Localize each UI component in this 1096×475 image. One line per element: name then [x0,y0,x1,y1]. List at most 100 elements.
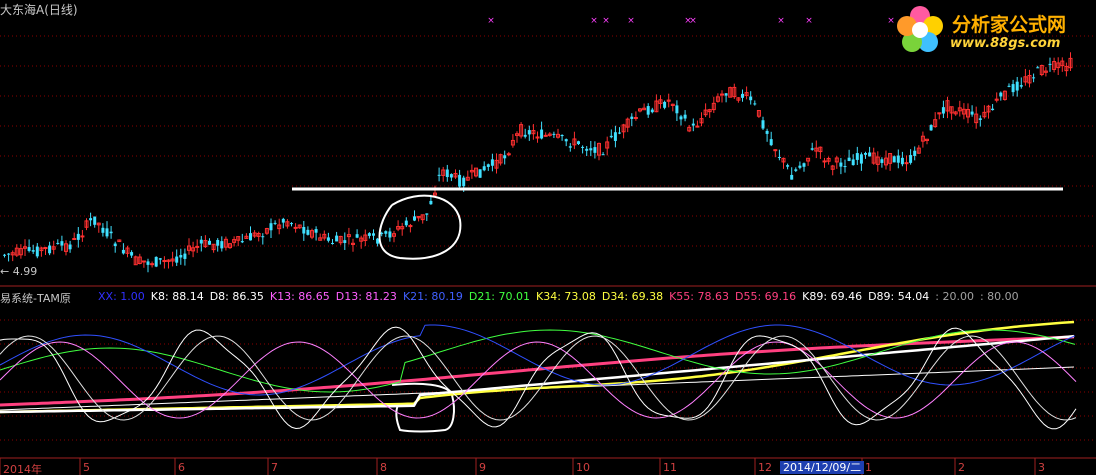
candle-body [183,253,187,259]
indicator-value: K13: 86.65 [269,290,330,303]
signal-mark: × [590,16,598,26]
candle-body [486,164,490,167]
candle-body [769,139,773,146]
candle-body [89,218,93,221]
candle-body [929,125,933,131]
candle-body [290,223,293,225]
candle-body [158,258,162,260]
candle-body [1032,77,1036,79]
indicator-value: K89: 69.46 [802,290,863,303]
candle-body [367,233,371,236]
indicator-value: D89: 54.04 [868,290,930,303]
indicator-value: D34: 69.38 [601,290,664,303]
candle-body [113,243,117,247]
time-axis-label: 8 [380,461,387,474]
candle-body [892,156,896,163]
candle-body [249,233,252,241]
candle-body [798,165,802,168]
candle-body [999,92,1003,97]
candle-body [1019,85,1023,87]
candle-body [490,159,494,166]
candle-body [765,130,769,134]
candle-body [199,239,203,244]
indicator-value: K34: 73.08 [536,290,596,303]
candle-body [581,146,585,148]
candle-body [720,93,724,96]
candle-body [695,125,700,128]
candle-body [343,240,347,243]
indicator-value: K21: 80.19 [402,290,463,303]
candle-body [355,234,359,238]
candle-body [130,252,134,256]
candle-body [478,169,482,178]
site-logo: 分析家公式网 www.88gs.com [890,2,1096,58]
signal-mark: × [487,16,495,26]
candle-body [273,222,277,224]
candle-body [458,174,462,187]
candle-body [585,148,589,151]
indicator-value: D13: 81.23 [335,290,397,303]
candle-body [589,148,593,151]
candle-body [675,105,679,114]
candle-body [552,133,556,135]
candle-body [646,106,650,115]
candle-body [56,242,60,244]
candle-body [43,247,48,250]
candle-body [462,177,466,187]
candle-body [523,134,527,137]
candle-body [633,117,638,120]
candle-body [761,120,765,129]
indicator-value: K55: 78.63 [669,290,729,303]
candle-body [609,135,613,138]
candle-body [822,160,827,163]
candle-body [900,157,904,165]
candle-body [1015,81,1019,91]
candle-body [7,253,11,255]
candle-body [650,109,654,113]
candle-body [613,132,617,141]
candle-body [384,231,388,234]
indicator-value: : 20.00 [935,290,974,303]
candle-body [601,154,605,156]
candle-body [618,132,621,134]
candle-body [1036,67,1040,69]
candle-body [991,108,995,111]
candle-body [1048,63,1052,65]
candle-body [978,118,982,120]
candle-body [630,116,634,119]
chart-window: × × × × × × × × × 大东海A(日线) ← 4.99 易系统-TAM原 XX: 1… [0,0,1096,475]
candle-body [68,244,72,250]
candle-body [773,149,778,152]
candle-body [93,216,97,225]
candle-body [503,155,507,159]
candle-body [293,226,298,229]
cursor-date-badge: 2014/12/09/二 [780,461,865,474]
candle-body [162,260,167,263]
indicator-values: XX: 1.00 K8: 88.14 D8: 86.35 K13: 86.65 D13:… [98,290,1025,303]
candle-body [141,260,146,263]
indicator-value: XX: 1.00 [98,290,145,303]
stock-chart-canvas[interactable]: × × × × ×× × × × [0,0,1096,475]
candle-body [281,218,285,223]
candle-body [564,139,568,142]
candle-body [3,254,6,256]
candle-body [413,216,416,221]
candle-body [302,226,306,234]
candle-body [335,235,339,242]
candle-body [101,227,105,233]
candle-body [27,247,31,251]
time-axis-label: 2 [958,461,965,474]
candle-body [896,155,900,163]
candle-body [449,174,453,178]
candle-body [269,223,273,231]
candle-body [679,116,683,120]
logo-url: www.88gs.com [950,36,1061,51]
candle-body [314,229,318,233]
candle-body [527,130,531,135]
candle-body [150,263,155,266]
candle-body [864,153,867,155]
candle-body [154,256,158,267]
candle-body [568,146,572,148]
candle-body [868,152,872,157]
candle-body [753,103,757,105]
